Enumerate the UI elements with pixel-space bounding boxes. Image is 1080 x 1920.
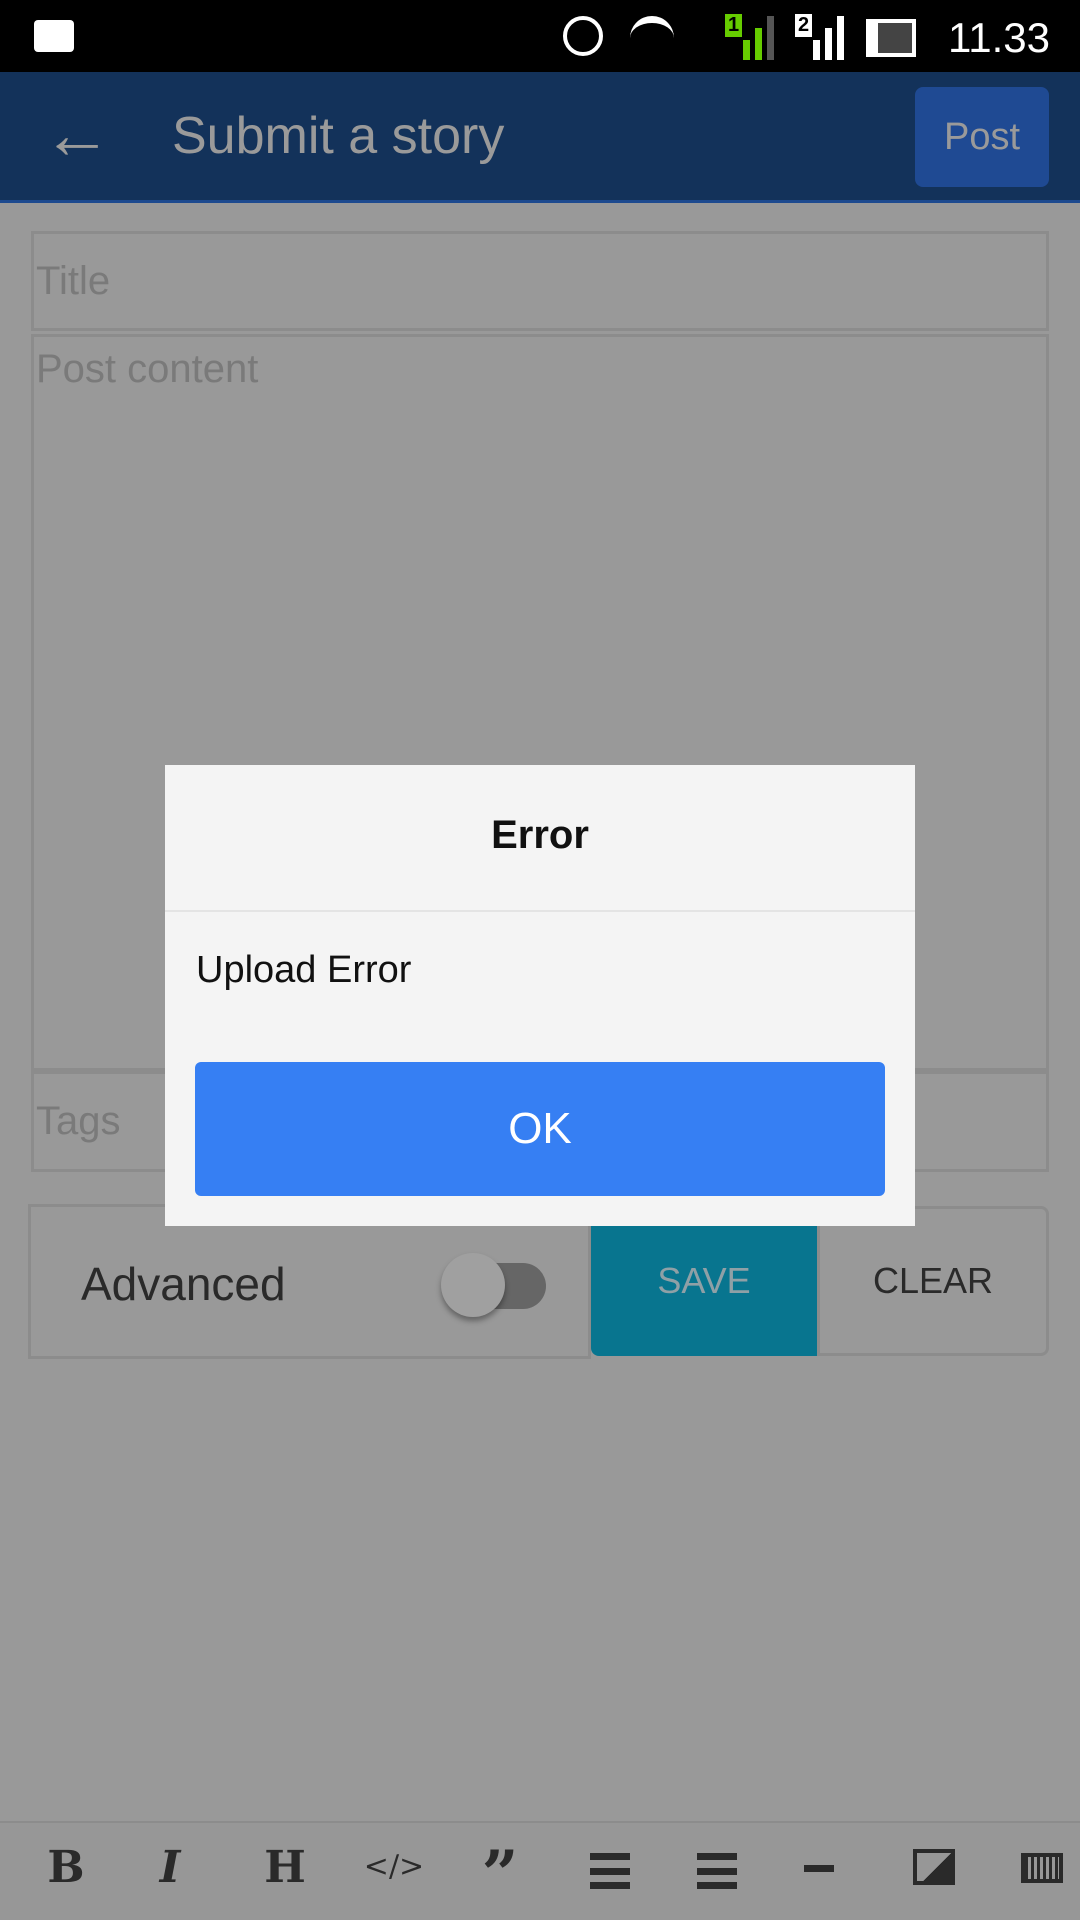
clock: 11.33 [948, 14, 1050, 61]
save-label: SAVE [657, 1260, 751, 1301]
alarm-icon [563, 16, 603, 56]
heading-button[interactable]: H [264, 1842, 306, 1893]
save-button[interactable]: SAVE [591, 1206, 817, 1356]
dialog-message: Upload Error [196, 949, 412, 991]
battery-icon [866, 19, 916, 57]
wifi-icon [630, 16, 674, 60]
bold-button[interactable]: B [47, 1842, 84, 1893]
code-button[interactable]: </> [364, 1849, 424, 1884]
error-dialog: Error Upload Error OK [165, 765, 915, 1226]
ok-button[interactable]: OK [195, 1062, 885, 1196]
signal-sim1-icon: 1 [725, 14, 777, 60]
app-bar: ← Submit a story Post [0, 72, 1080, 203]
clear-button[interactable]: CLEAR [817, 1206, 1049, 1356]
sim2-label: 2 [795, 14, 813, 37]
post-button[interactable]: Post [915, 87, 1049, 187]
post-label: Post [943, 116, 1021, 158]
clear-label: CLEAR [872, 1260, 994, 1301]
unordered-list-icon[interactable] [697, 1853, 737, 1889]
advanced-row: Advanced [28, 1204, 591, 1359]
dialog-divider [165, 910, 915, 912]
italic-button[interactable]: I [160, 1842, 181, 1893]
sim1-label: 1 [725, 14, 743, 37]
quote-button[interactable]: ” [482, 1837, 519, 1912]
page-title: Submit a story [172, 107, 505, 165]
advanced-label: Advanced [81, 1258, 286, 1310]
title-placeholder: Title [36, 259, 111, 303]
blackberry-messenger-icon [34, 20, 74, 52]
content-placeholder: Post content [36, 347, 259, 391]
advanced-toggle[interactable] [441, 1253, 546, 1317]
arrow-left-icon[interactable]: ← [42, 94, 112, 174]
status-bar: 1 2 11.33 [0, 0, 1080, 72]
horizontal-rule-icon[interactable] [804, 1865, 834, 1872]
ok-label: OK [508, 1104, 572, 1153]
title-input[interactable]: Title [31, 231, 1049, 331]
image-icon[interactable] [913, 1849, 955, 1885]
tags-placeholder: Tags [36, 1099, 121, 1143]
dialog-title: Error [491, 813, 589, 857]
formatting-toolbar: B I H </> ” [0, 1821, 1080, 1920]
ordered-list-icon[interactable] [590, 1853, 630, 1889]
keyboard-icon[interactable] [1021, 1853, 1063, 1883]
signal-sim2-icon: 2 [795, 14, 847, 60]
